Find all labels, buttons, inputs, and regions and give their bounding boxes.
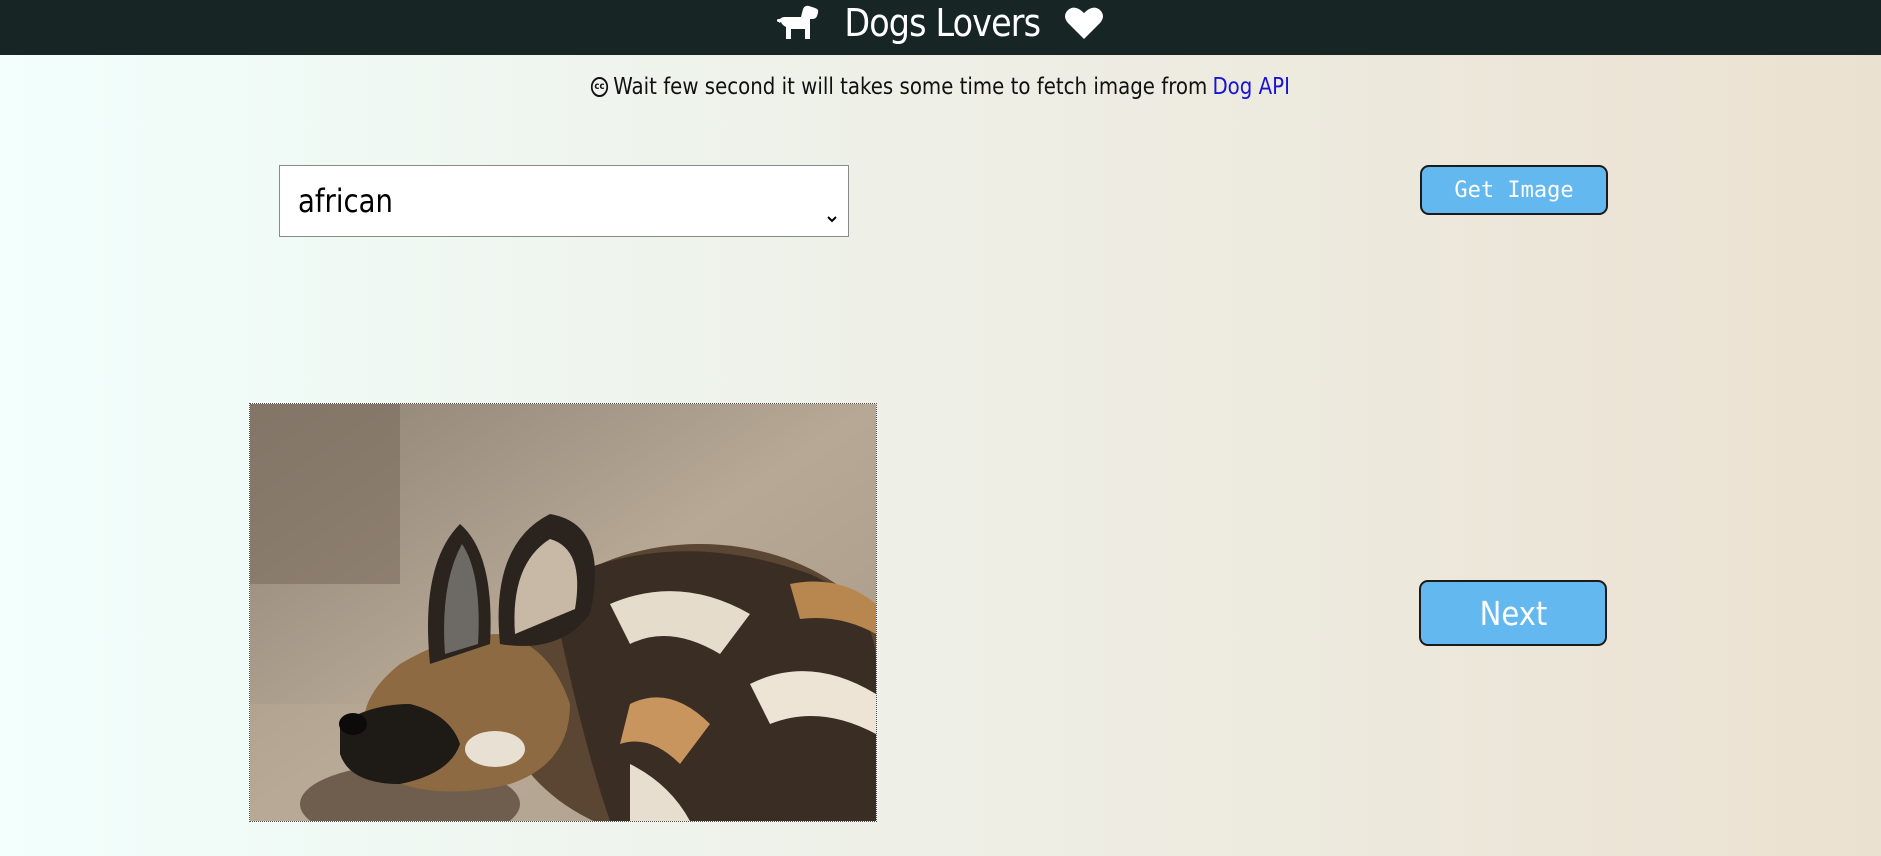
header-title-group: Dogs Lovers [777, 1, 1104, 45]
dog-image [249, 403, 877, 822]
dog-icon [777, 3, 821, 43]
get-image-button[interactable]: Get Image [1420, 165, 1608, 215]
next-button[interactable]: Next [1419, 580, 1607, 646]
next-button-label: Next [1479, 593, 1547, 633]
breed-select[interactable]: african [279, 165, 849, 237]
creative-commons-icon: cc [590, 77, 609, 97]
chevron-down-icon [826, 194, 838, 232]
page-title: Dogs Lovers [844, 0, 1042, 45]
fetch-notice: cc Wait few second it will takes some ti… [0, 69, 1881, 100]
app-header: Dogs Lovers [0, 0, 1881, 55]
breed-select-value: african [298, 182, 393, 220]
dog-api-link[interactable]: Dog API [1213, 74, 1290, 100]
notice-text: Wait few second it will takes some time … [613, 74, 1208, 100]
heart-icon [1064, 5, 1104, 41]
